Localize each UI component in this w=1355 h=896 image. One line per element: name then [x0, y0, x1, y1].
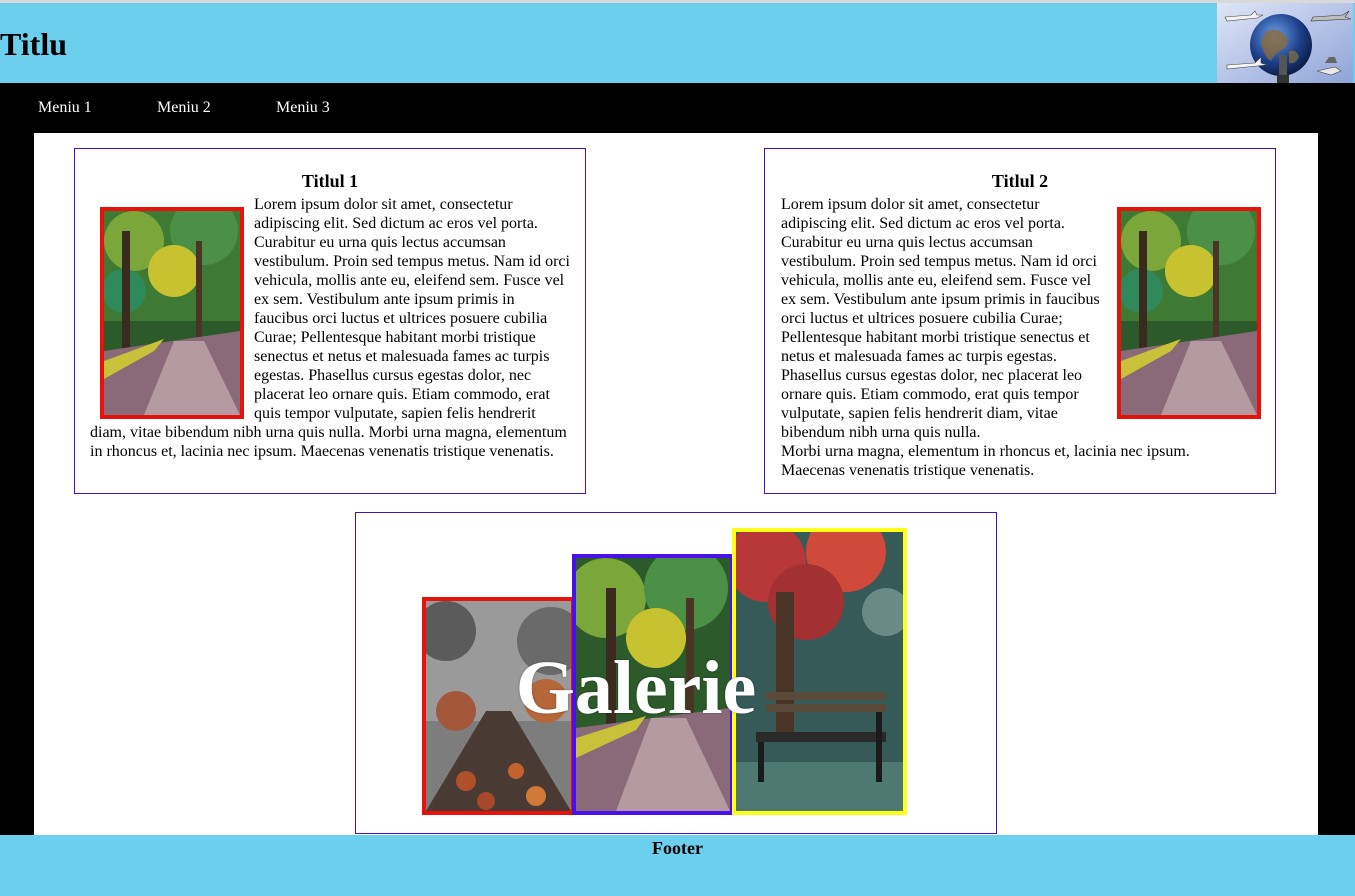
site-header: Titlu: [0, 3, 1355, 83]
article-1-body: Lorem ipsum dolor sit amet, consectetur …: [90, 196, 570, 460]
footer-label: Footer: [652, 838, 703, 858]
gallery-title: Galerie: [515, 646, 757, 730]
site-title: Titlu: [0, 26, 67, 62]
nav-item-meniu-3[interactable]: Meniu 3: [276, 98, 330, 117]
site-footer: Footer: [0, 835, 1355, 896]
nav-item-meniu-1[interactable]: Meniu 1: [38, 98, 92, 117]
gallery: Galerie: [355, 512, 997, 834]
main-nav: Meniu 1 Meniu 2 Meniu 3: [0, 83, 1355, 133]
logo-image: [1217, 3, 1353, 83]
article-2-image: [1117, 207, 1261, 419]
article-1-image: [100, 207, 244, 419]
main-content: Titlul 1 Lorem ipsum dolor sit amet, con…: [34, 133, 1318, 835]
article-1-title: Titlul 1: [301, 171, 359, 191]
article-2: Titlul 2 Lorem ipsum dolor sit amet, con…: [764, 148, 1276, 494]
article-2-body: Lorem ipsum dolor sit amet, consectetur …: [781, 195, 1261, 480]
article-2-title: Titlul 2: [991, 171, 1049, 191]
article-1: Titlul 1 Lorem ipsum dolor sit amet, con…: [74, 148, 586, 494]
nav-item-meniu-2[interactable]: Meniu 2: [157, 98, 211, 117]
